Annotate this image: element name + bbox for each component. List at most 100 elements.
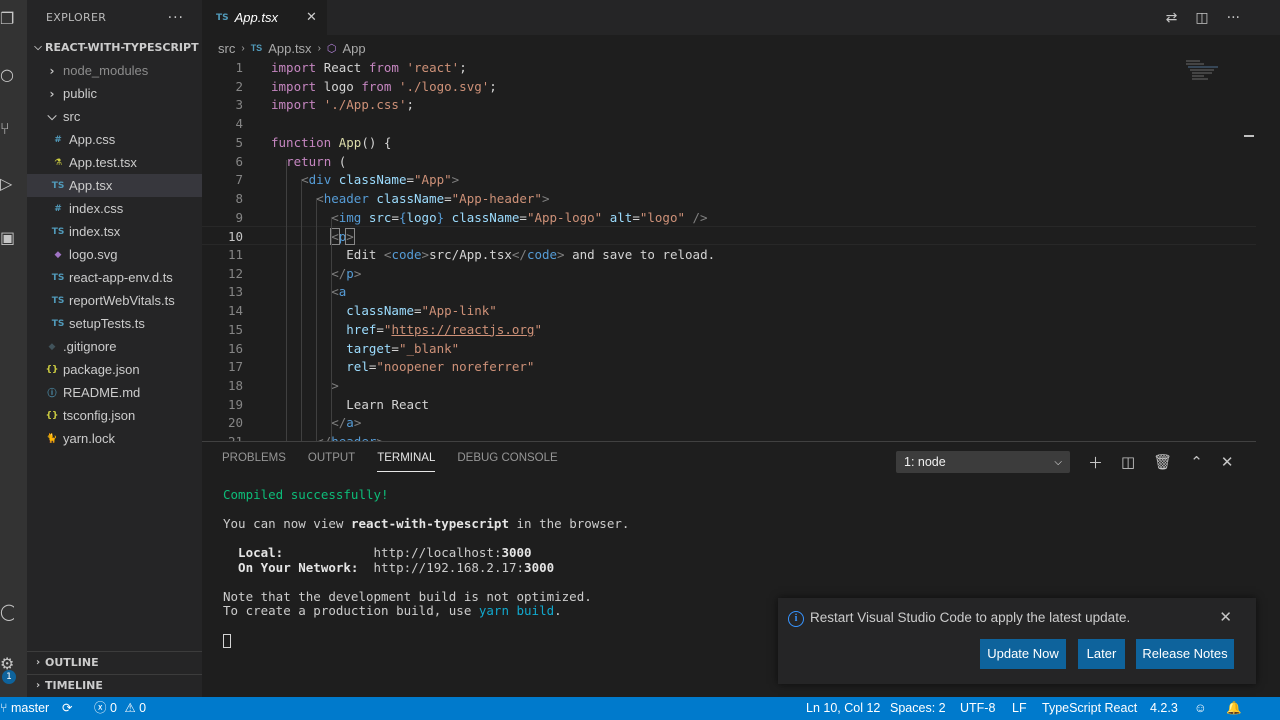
branch-indicator[interactable]: ⑂ master [0,697,49,720]
code-line[interactable]: 20 </a> [202,413,1256,432]
tree-file[interactable]: TS setupTests.ts [27,312,202,335]
code-line[interactable]: 21 </header> [202,432,1256,441]
code-line[interactable]: 2 import logo from './logo.svg'; [202,77,1256,96]
tree-file[interactable]: TS reportWebVitals.ts [27,289,202,312]
timeline-section[interactable]: › TIMELINE [27,674,202,696]
code-line[interactable]: 8 <header className="App-header"> [202,189,1256,208]
code-line[interactable]: 19 Learn React [202,395,1256,414]
feedback-icon[interactable]: ☺ [1194,697,1207,720]
outline-section[interactable]: › OUTLINE [27,651,202,673]
line-code: function App() { [271,134,392,150]
code-line[interactable]: 3 import './App.css'; [202,95,1256,114]
line-ending[interactable]: LF [1012,697,1027,720]
project-root[interactable]: ⌵ REACT-WITH-TYPESCRIPT [27,35,202,59]
code-editor[interactable]: 1 import React from 'react'; 2 import logo … [202,58,1256,441]
panel-tab[interactable]: OUTPUT [308,452,355,472]
terminal-note-2: To create a production build, use [223,603,479,618]
breadcrumb-file[interactable]: App.tsx [268,41,311,56]
tree-file[interactable]: ⚗ App.test.tsx [27,151,202,174]
panel-tab[interactable]: TERMINAL [377,452,436,472]
run-debug-icon[interactable]: ▷ [0,175,14,193]
ellipsis-icon[interactable]: ··· [168,10,184,26]
tree-file[interactable]: ◆ logo.svg [27,243,202,266]
tree-file[interactable]: TS react-app-env.d.ts [27,266,202,289]
code-line[interactable]: 6 return ( [202,152,1256,171]
tree-file[interactable]: {} package.json [27,358,202,381]
info-icon: i [788,611,804,627]
panel-tab[interactable]: PROBLEMS [222,452,286,472]
code-line[interactable]: 9 <img src={logo} className="App-logo" a… [202,208,1256,227]
terminal-network-port: 3000 [524,559,555,575]
tree-file[interactable]: ◆ .gitignore [27,335,202,358]
code-line[interactable]: 13 <a [202,282,1256,301]
tree-file[interactable]: TS index.tsx [27,220,202,243]
tree-file[interactable]: {} tsconfig.json [27,404,202,427]
code-line[interactable]: 14 className="App-link" [202,301,1256,320]
new-terminal-icon[interactable]: ＋ [1088,452,1103,473]
tree-file[interactable]: 🐈 yarn.lock [27,427,202,450]
encoding[interactable]: UTF-8 [960,697,995,720]
indentation[interactable]: Spaces: 2 [890,697,946,720]
later-button[interactable]: Later [1078,639,1125,669]
code-line[interactable]: 5 function App() { [202,133,1256,152]
code-line[interactable]: 15 href="https://reactjs.org" [202,320,1256,339]
terminal-select[interactable]: 1: node ⌵ [896,451,1070,473]
panel-tab[interactable]: DEBUG CONSOLE [457,452,557,472]
terminal-app-name: react-with-typescript [350,516,509,531]
svg-file-icon: ◆ [54,249,62,260]
close-tab-icon[interactable]: ✕ [306,10,317,25]
code-line[interactable]: 10 <p> [202,226,1256,246]
code-line[interactable]: 1 import React from 'react'; [202,58,1256,77]
language-mode[interactable]: TypeScript React [1042,697,1137,720]
close-panel-icon[interactable]: ✕ [1221,453,1234,471]
more-actions-icon[interactable]: ··· [1227,10,1240,26]
minimap[interactable] [1184,58,1244,98]
breadcrumb-folder[interactable]: src [218,41,235,56]
problems-indicator[interactable]: ⓧ 0 ⚠ 0 [94,697,146,720]
split-editor-icon[interactable]: ◫ [1195,10,1208,26]
cursor-position[interactable]: Ln 10, Col 12 [806,697,880,720]
code-line[interactable]: 18 > [202,376,1256,395]
tree-folder[interactable]: › public [27,82,202,105]
scrollbar-cursor-marker [1244,135,1254,137]
trash-icon[interactable]: 🗑 [1153,453,1172,471]
tree-folder[interactable]: ⌵ src [27,105,202,128]
editor-actions: ⇄ ◫ ··· [1166,0,1240,35]
tree-file[interactable]: # App.css [27,128,202,151]
code-line[interactable]: 11 Edit <code>src/App.tsx</code> and sav… [202,245,1256,264]
code-line[interactable]: 7 <div className="App"> [202,170,1256,189]
line-number: 21 [202,432,243,441]
search-icon[interactable]: ○ [0,66,14,84]
tree-item-label: node_modules [63,63,149,78]
code-line[interactable]: 16 target="_blank" [202,339,1256,358]
terminal-output[interactable]: Compiled successfully! You can now view … [223,487,629,648]
tab-label: App.tsx [234,10,278,25]
maximize-panel-icon[interactable]: ⌃ [1190,453,1203,471]
code-line[interactable]: 17 rel="noopener noreferrer" [202,357,1256,376]
tab-app-tsx[interactable]: TS App.tsx ✕ [202,0,327,35]
code-line[interactable]: 12 </p> [202,264,1256,283]
extensions-icon[interactable]: ▣ [0,229,14,247]
tree-item-label: index.css [69,201,124,216]
tree-item-label: tsconfig.json [63,408,136,423]
ts-version[interactable]: 4.2.3 [1150,697,1178,720]
tree-file[interactable]: ⓘ README.md [27,381,202,404]
update-now-button[interactable]: Update Now [980,639,1066,669]
tree-folder[interactable]: › node_modules [27,59,202,82]
split-terminal-icon[interactable]: ◫ [1121,453,1135,471]
breadcrumb-symbol[interactable]: App [343,41,366,56]
activity-bar: ❐ ○ ⑂ ▷ ▣ ◯ ⚙ 1 [0,0,27,697]
sync-icon[interactable]: ⟳ [62,697,72,720]
open-changes-icon[interactable]: ⇄ [1166,10,1178,26]
source-control-icon[interactable]: ⑂ [0,120,14,138]
indent-guide [286,160,287,441]
release-notes-button[interactable]: Release Notes [1136,639,1234,669]
tree-file[interactable]: TS App.tsx [27,174,202,197]
close-notification-icon[interactable]: ✕ [1219,608,1232,626]
explorer-icon[interactable]: ❐ [0,10,14,28]
tree-file[interactable]: # index.css [27,197,202,220]
notifications-bell-icon[interactable]: 🔔 [1226,697,1242,720]
minimap-line [1186,60,1200,62]
account-icon[interactable]: ◯ [0,603,14,621]
code-line[interactable]: 4 [202,114,1256,133]
